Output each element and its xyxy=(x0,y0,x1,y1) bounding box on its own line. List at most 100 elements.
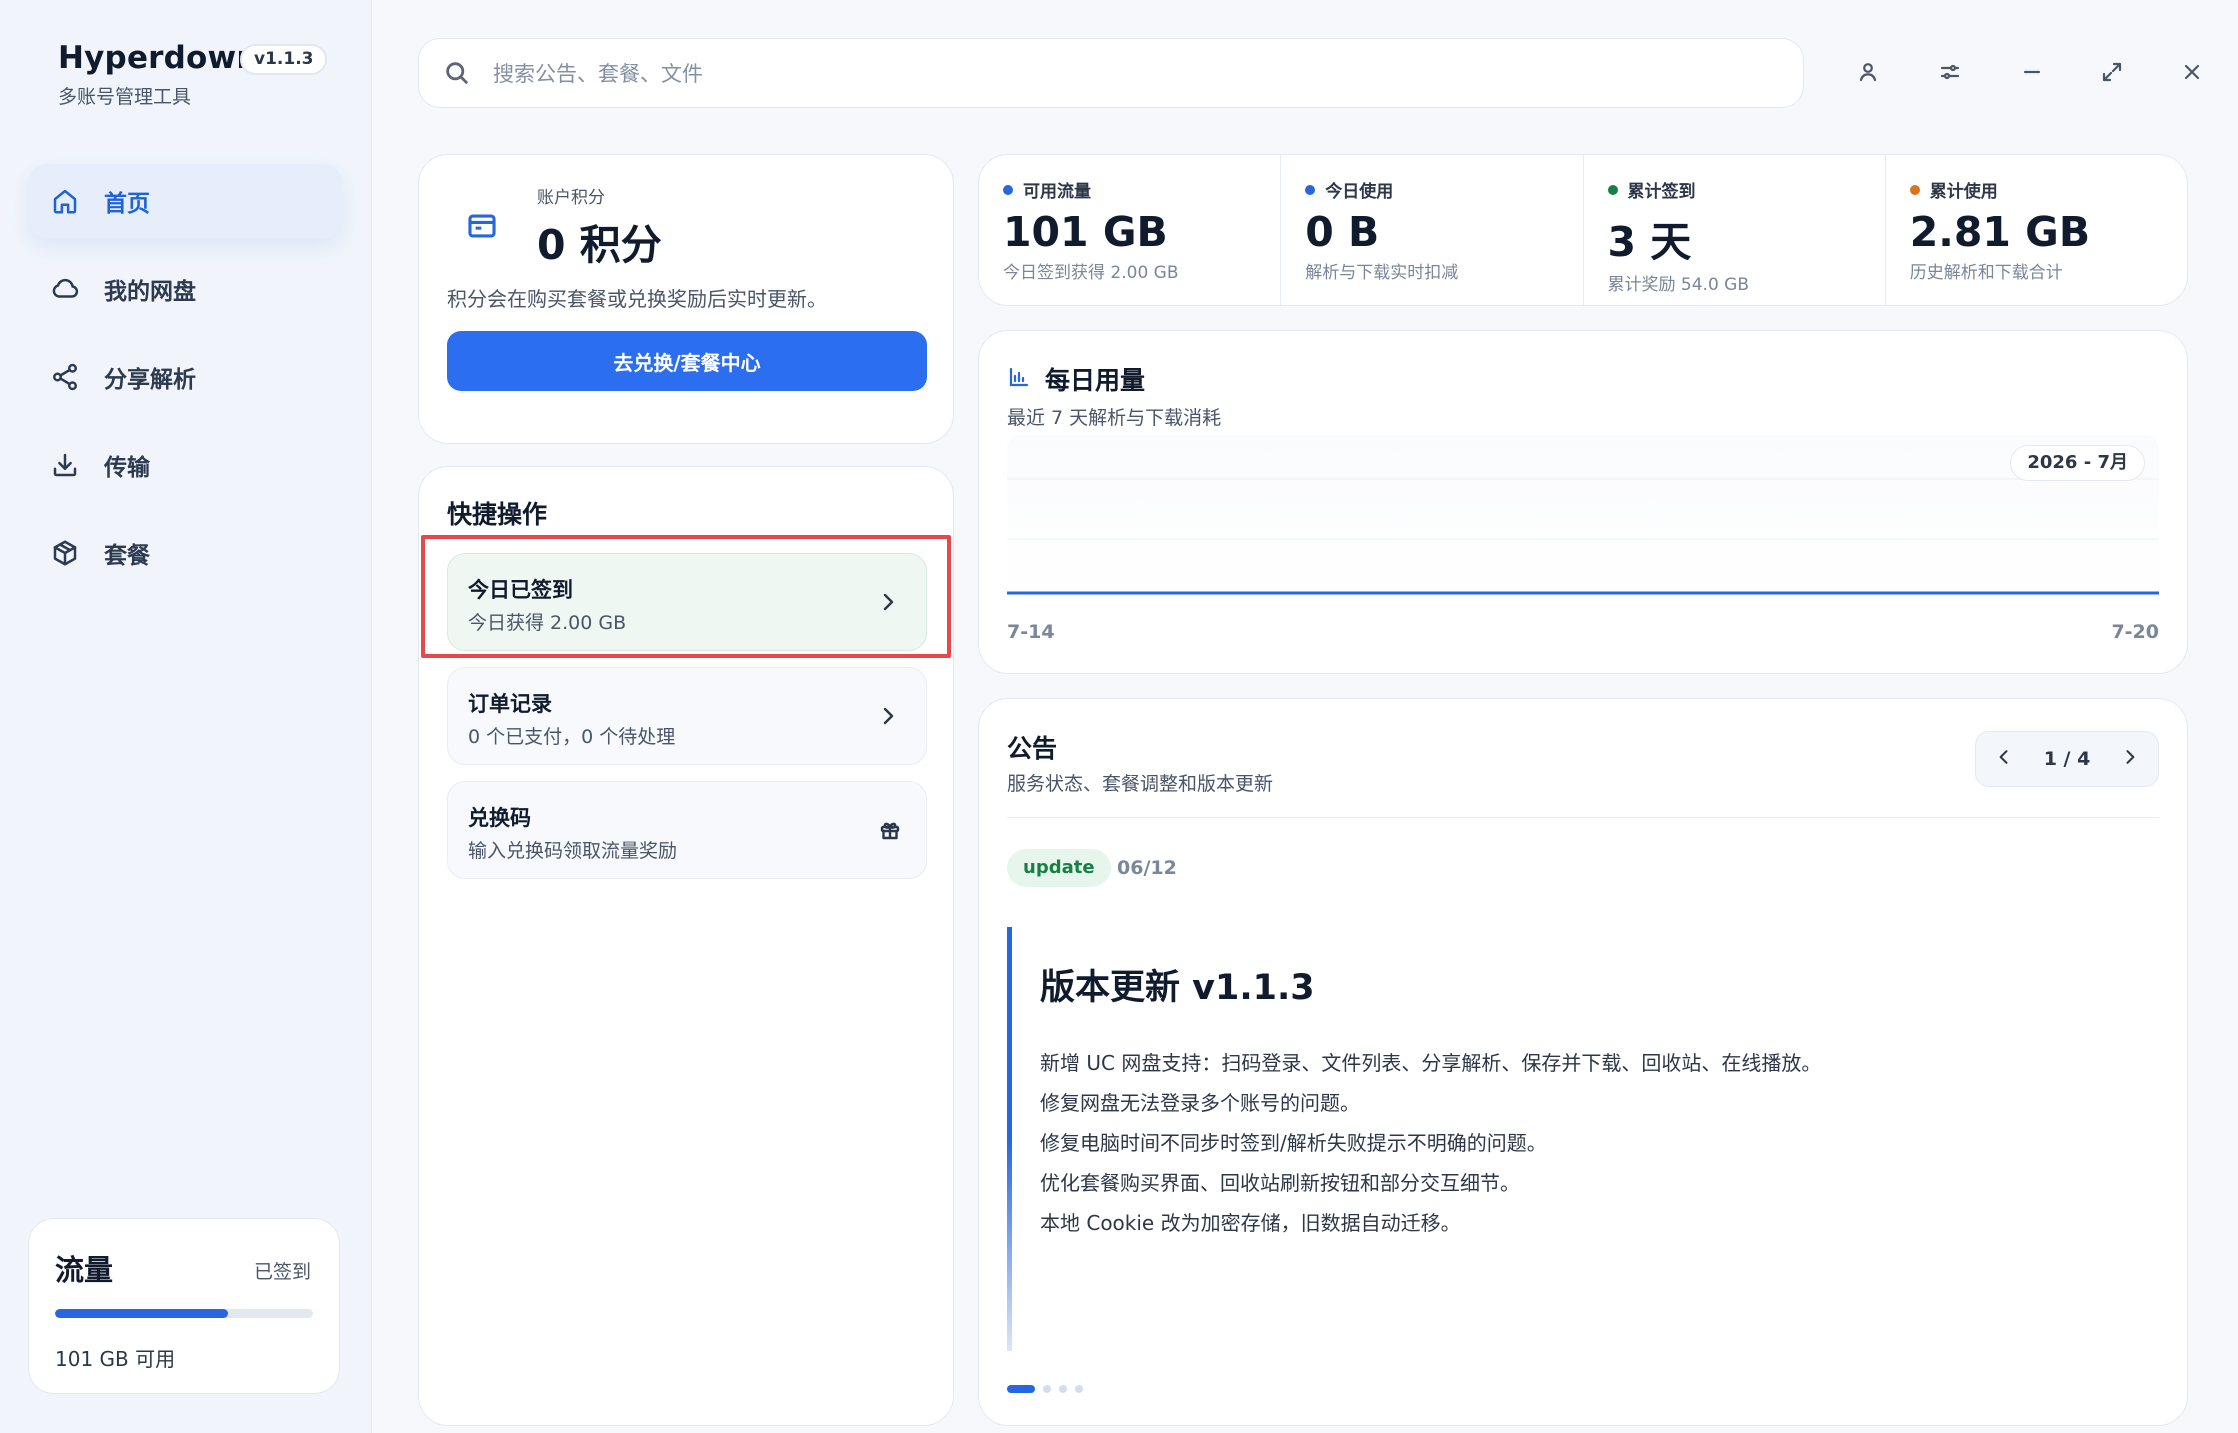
action-title: 订单记录 xyxy=(468,692,552,716)
points-description: 积分会在购买套餐或兑换奖励后实时更新。 xyxy=(447,287,827,311)
stat-value: 2.81 GB xyxy=(1909,208,2091,256)
carousel-dot[interactable] xyxy=(1059,1385,1067,1393)
redeem-package-center-button[interactable]: 去兑换/套餐中心 xyxy=(447,331,927,391)
sidebar-item-label: 我的网盘 xyxy=(104,279,196,305)
status-dot xyxy=(1607,184,1618,195)
minimize-icon xyxy=(2023,70,2041,74)
points-card: 账户积分 0 积分 积分会在购买套餐或兑换奖励后实时更新。 去兑换/套餐中心 xyxy=(418,154,954,444)
stat-subtitle: 解析与下载实时扣减 xyxy=(1305,263,1459,283)
sidebar-item-my-drive[interactable]: 我的网盘 xyxy=(28,252,342,326)
x-tick-label: 7-14 xyxy=(1007,621,1055,643)
search-icon xyxy=(446,62,468,84)
article-accent-bar xyxy=(1007,927,1012,1351)
sidebar-item-label: 传输 xyxy=(104,455,150,481)
stat-subtitle: 今日签到获得 2.00 GB xyxy=(1003,263,1179,283)
user-icon xyxy=(1859,63,1877,82)
download-icon xyxy=(50,450,80,480)
sidebar-item-label: 分享解析 xyxy=(104,367,196,393)
stat-value: 0 B xyxy=(1305,208,1380,256)
package-icon xyxy=(50,538,80,568)
chart-title: 每日用量 xyxy=(1045,366,1146,395)
app-name: Hyperdown xyxy=(58,40,259,76)
divider xyxy=(1007,817,2159,818)
prev-page-button[interactable] xyxy=(1994,747,2014,771)
carousel-dot[interactable] xyxy=(1043,1385,1051,1393)
cloud-icon xyxy=(50,274,80,304)
chevron-right-icon xyxy=(2126,750,2135,764)
sidebar-item-share-parse[interactable]: 分享解析 xyxy=(28,340,342,414)
search-bar[interactable]: 搜索公告、套餐、文件 xyxy=(418,38,1804,108)
traffic-progress-fill xyxy=(55,1309,228,1318)
stat-available-traffic: 可用流量 101 GB 今日签到获得 2.00 GB xyxy=(979,155,1282,305)
home-icon xyxy=(50,186,80,216)
sidebar: Hyperdown v1.1.3 多账号管理工具 首页 我的网盘 分享解析 传输… xyxy=(0,0,372,1433)
announcement-card: 公告 服务状态、套餐调整和版本更新 1 / 4 update 06/12 版本更… xyxy=(978,698,2188,1426)
sidebar-item-package[interactable]: 套餐 xyxy=(28,516,342,590)
action-title: 兑换码 xyxy=(468,806,531,830)
bar-chart-icon xyxy=(1007,365,1031,389)
status-dot xyxy=(1003,184,1013,195)
stat-subtitle: 累计奖励 54.0 GB xyxy=(1607,275,1750,295)
stat-label: 可用流量 xyxy=(1023,182,1091,202)
sidebar-item-label: 首页 xyxy=(104,191,150,217)
action-subtitle: 输入兑换码领取流量奖励 xyxy=(468,840,678,862)
chevron-right-icon xyxy=(876,704,900,728)
settings-button[interactable] xyxy=(1932,54,1968,90)
sidebar-item-home[interactable]: 首页 xyxy=(28,164,342,238)
chart-subtitle: 最近 7 天解析与下载消耗 xyxy=(1007,407,1222,429)
user-button[interactable] xyxy=(1850,54,1886,90)
daily-usage-card: 每日用量 最近 7 天解析与下载消耗 2026 - 7月 7-14 7-20 xyxy=(978,330,2188,674)
announcement-pager: 1 / 4 xyxy=(1975,731,2159,787)
sidebar-item-transfer[interactable]: 传输 xyxy=(28,428,342,502)
stat-subtitle: 历史解析和下载合计 xyxy=(1909,263,2063,283)
wallet-icon xyxy=(465,209,499,243)
search-input[interactable]: 搜索公告、套餐、文件 xyxy=(493,58,703,88)
article-body: 新增 UC 网盘支持：扫码登录、文件列表、分享解析、保存并下载、回收站、在线播放… xyxy=(1040,1043,1821,1243)
carousel-dots xyxy=(1007,1385,1091,1393)
points-label: 账户积分 xyxy=(537,188,605,208)
next-page-button[interactable] xyxy=(2120,747,2140,771)
stat-value: 101 GB xyxy=(1003,208,1168,256)
settings-sliders-icon xyxy=(1940,64,1960,80)
action-subtitle: 0 个已支付，0 个待处理 xyxy=(468,726,676,748)
highlight-box xyxy=(421,535,951,658)
close-icon xyxy=(2184,64,2200,80)
quick-actions-title: 快捷操作 xyxy=(447,500,548,529)
announcement-article: 版本更新 v1.1.3 新增 UC 网盘支持：扫码登录、文件列表、分享解析、保存… xyxy=(1007,927,2107,1351)
article-line: 优化套餐购买界面、回收站刷新按钮和部分交互细节。 xyxy=(1040,1171,1520,1195)
announcement-subtitle: 服务状态、套餐调整和版本更新 xyxy=(1007,773,1274,795)
article-line: 修复网盘无法登录多个账号的问题。 xyxy=(1040,1091,1360,1115)
gift-icon xyxy=(878,818,904,844)
carousel-dot[interactable] xyxy=(1007,1385,1035,1393)
stats-card: 可用流量 101 GB 今日签到获得 2.00 GB 今日使用 0 B 解析与下… xyxy=(978,154,2188,306)
article-line: 修复电脑时间不同步时签到/解析失败提示不明确的问题。 xyxy=(1040,1131,1547,1155)
stat-label: 累计签到 xyxy=(1627,182,1696,202)
article-line: 本地 Cookie 改为加密存储，旧数据自动迁移。 xyxy=(1040,1211,1461,1235)
stat-value: 3 天 xyxy=(1607,218,1692,266)
status-dot xyxy=(1909,184,1920,195)
sidebar-item-label: 套餐 xyxy=(104,543,150,569)
checkin-status: 已签到 xyxy=(253,1261,311,1283)
expand-icon xyxy=(2102,62,2122,82)
carousel-dot[interactable] xyxy=(1075,1385,1083,1393)
traffic-progress-bar xyxy=(55,1309,313,1318)
close-button[interactable] xyxy=(2174,54,2210,90)
article-line: 新增 UC 网盘支持：扫码登录、文件列表、分享解析、保存并下载、回收站、在线播放… xyxy=(1040,1051,1822,1075)
traffic-available: 101 GB 可用 xyxy=(55,1347,176,1371)
month-selector[interactable]: 2026 - 7月 xyxy=(2010,445,2145,481)
sidebar-nav: 首页 我的网盘 分享解析 传输 套餐 xyxy=(28,164,342,604)
maximize-button[interactable] xyxy=(2094,54,2130,90)
order-records-action[interactable]: 订单记录 0 个已支付，0 个待处理 xyxy=(447,667,927,765)
version-badge: v1.1.3 xyxy=(240,44,328,75)
x-tick-label: 7-20 xyxy=(2111,621,2159,643)
points-value: 0 积分 xyxy=(537,221,662,269)
stat-label: 累计使用 xyxy=(1929,182,1998,202)
stat-total-usage: 累计使用 2.81 GB 历史解析和下载合计 xyxy=(1886,155,2187,305)
minimize-button[interactable] xyxy=(2014,54,2050,90)
status-dot xyxy=(1305,184,1316,195)
update-tag: update xyxy=(1007,849,1111,887)
usage-line-chart xyxy=(1007,478,2159,595)
stat-label: 今日使用 xyxy=(1325,182,1394,202)
redeem-code-action[interactable]: 兑换码 输入兑换码领取流量奖励 xyxy=(447,781,927,879)
chart-plot-area: 2026 - 7月 xyxy=(1007,435,2159,595)
